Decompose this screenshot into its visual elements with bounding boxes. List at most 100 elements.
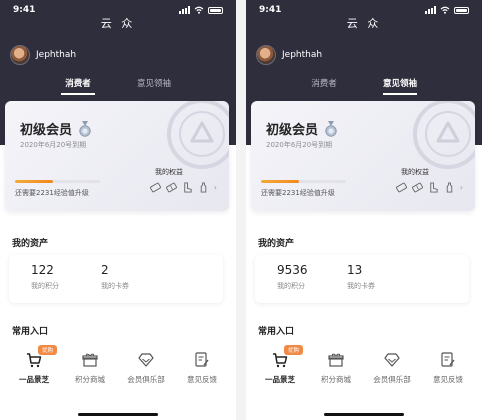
bottle-icon[interactable] (198, 182, 209, 193)
benefits-row[interactable]: › (395, 182, 463, 193)
coupons-value: 2 (101, 263, 109, 277)
screen-opinion-leader: 9:41 云 众 Jephthah 消费者 意见领袖 初级会员 2020年6月2… (246, 0, 482, 420)
entry-feedback[interactable]: 意见反馈 (172, 352, 232, 385)
tab-consumer[interactable]: 消费者 (294, 77, 354, 89)
bottle-icon[interactable] (444, 182, 455, 193)
diamond-icon (138, 353, 154, 367)
entry-label: 积分商城 (75, 375, 105, 384)
home-indicator (78, 413, 158, 416)
tab-opinion-leader[interactable]: 意见领袖 (370, 77, 430, 95)
upgrade-progress (15, 180, 100, 183)
screen-divider (236, 0, 246, 420)
points-value: 122 (31, 263, 54, 277)
coupons-label: 我的卡券 (101, 282, 129, 290)
assets-title: 我的资产 (12, 239, 49, 249)
entry-feedback[interactable]: 意见反馈 (418, 352, 478, 385)
avatar[interactable] (256, 45, 276, 65)
benefits-label: 我的权益 (401, 168, 429, 176)
coupons-item[interactable]: 13 我的卡券 (347, 263, 397, 291)
boot-icon[interactable] (182, 182, 193, 193)
quick-entries: 优购 一品景芝 积分商城 会员俱乐部 意见反馈 (0, 345, 236, 412)
upgrade-text: 还需要2231经验值升级 (15, 189, 89, 197)
entry-yipin-jingzhi[interactable]: 优购 一品景芝 (4, 345, 64, 385)
entry-label: 一品景芝 (265, 375, 295, 384)
status-icons (425, 6, 469, 14)
coupon-icon[interactable] (165, 182, 177, 193)
coupon-icon[interactable] (411, 182, 423, 193)
progress-fill (15, 180, 54, 183)
entry-label: 一品景芝 (19, 375, 49, 384)
member-card[interactable]: 初级会员 2020年6月20号到期 我的权益 › 还需要2231经验值升级 (251, 101, 475, 211)
medal-icon (79, 120, 91, 137)
entry-points-mall[interactable]: 积分商城 (60, 352, 120, 385)
promo-badge: 优购 (284, 345, 304, 355)
username: Jephthah (282, 50, 323, 60)
role-tabs: 消费者 意见领袖 (0, 77, 236, 97)
level-row: 初级会员 (20, 119, 92, 138)
entry-member-club[interactable]: 会员俱乐部 (116, 352, 176, 385)
expiry-date: 2020年6月20号到期 (266, 141, 333, 149)
diamond-icon (384, 353, 400, 367)
benefits-row[interactable]: › (149, 182, 217, 193)
member-level: 初级会员 (20, 123, 73, 138)
card-decoration (413, 101, 475, 169)
signal-icon (179, 6, 190, 14)
chevron-right-icon[interactable]: › (214, 183, 217, 192)
signal-icon (425, 6, 436, 14)
medal-icon (325, 120, 337, 137)
battery-icon (208, 6, 223, 14)
benefits-label: 我的权益 (155, 168, 183, 176)
member-level: 初级会员 (266, 123, 319, 138)
entry-label: 意见反馈 (187, 375, 217, 384)
entry-points-mall[interactable]: 积分商城 (306, 352, 366, 385)
gift-icon (328, 353, 344, 367)
promo-badge: 优购 (38, 345, 58, 355)
screen-consumer: 9:41 云 众 Jephthah 消费者 意见领袖 初级会员 2020年6月2… (0, 0, 236, 420)
tab-opinion-leader[interactable]: 意见领袖 (124, 77, 184, 89)
user-profile[interactable]: Jephthah (10, 45, 76, 65)
status-icons (179, 6, 223, 14)
assets-card: 122 我的积分 2 我的卡券 (9, 255, 223, 303)
avatar[interactable] (10, 45, 30, 65)
upgrade-progress (261, 180, 346, 183)
boot-icon[interactable] (428, 182, 439, 193)
coupons-label: 我的卡券 (347, 282, 375, 290)
progress-fill (261, 180, 300, 183)
points-item[interactable]: 9536 我的积分 (277, 263, 327, 291)
entry-label: 意见反馈 (433, 375, 463, 384)
assets-card: 9536 我的积分 13 我的卡券 (255, 255, 469, 303)
coupons-item[interactable]: 2 我的卡券 (101, 263, 151, 291)
points-value: 9536 (277, 263, 308, 277)
wifi-icon (440, 6, 450, 14)
status-time: 9:41 (13, 5, 36, 15)
coupons-value: 13 (347, 263, 363, 277)
gift-icon (82, 353, 98, 367)
points-label: 我的积分 (277, 282, 305, 290)
username: Jephthah (36, 50, 77, 60)
points-label: 我的积分 (31, 282, 59, 290)
entries-title: 常用入口 (12, 327, 49, 337)
points-item[interactable]: 122 我的积分 (31, 263, 81, 291)
entries-title: 常用入口 (258, 327, 295, 337)
expiry-date: 2020年6月20号到期 (20, 141, 87, 149)
quick-entries: 优购 一品景芝 积分商城 会员俱乐部 意见反馈 (246, 345, 482, 412)
user-profile[interactable]: Jephthah (256, 45, 322, 65)
feedback-icon (195, 352, 209, 367)
home-indicator (324, 413, 404, 416)
entry-yipin-jingzhi[interactable]: 优购 一品景芝 (250, 345, 310, 385)
entry-label: 会员俱乐部 (373, 375, 411, 384)
tab-consumer[interactable]: 消费者 (48, 77, 108, 95)
entry-label: 积分商城 (321, 375, 351, 384)
chevron-right-icon[interactable]: › (460, 183, 463, 192)
app-title: 云 众 (100, 17, 136, 30)
member-card[interactable]: 初级会员 2020年6月20号到期 我的权益 › 还需要2231经验值升级 (5, 101, 229, 211)
ticket-icon[interactable] (395, 182, 407, 193)
feedback-icon (441, 352, 455, 367)
level-row: 初级会员 (266, 119, 338, 138)
entry-member-club[interactable]: 会员俱乐部 (362, 352, 422, 385)
app-title: 云 众 (346, 17, 382, 30)
upgrade-text: 还需要2231经验值升级 (261, 189, 335, 197)
role-tabs: 消费者 意见领袖 (246, 77, 482, 97)
assets-title: 我的资产 (258, 239, 295, 249)
ticket-icon[interactable] (149, 182, 161, 193)
